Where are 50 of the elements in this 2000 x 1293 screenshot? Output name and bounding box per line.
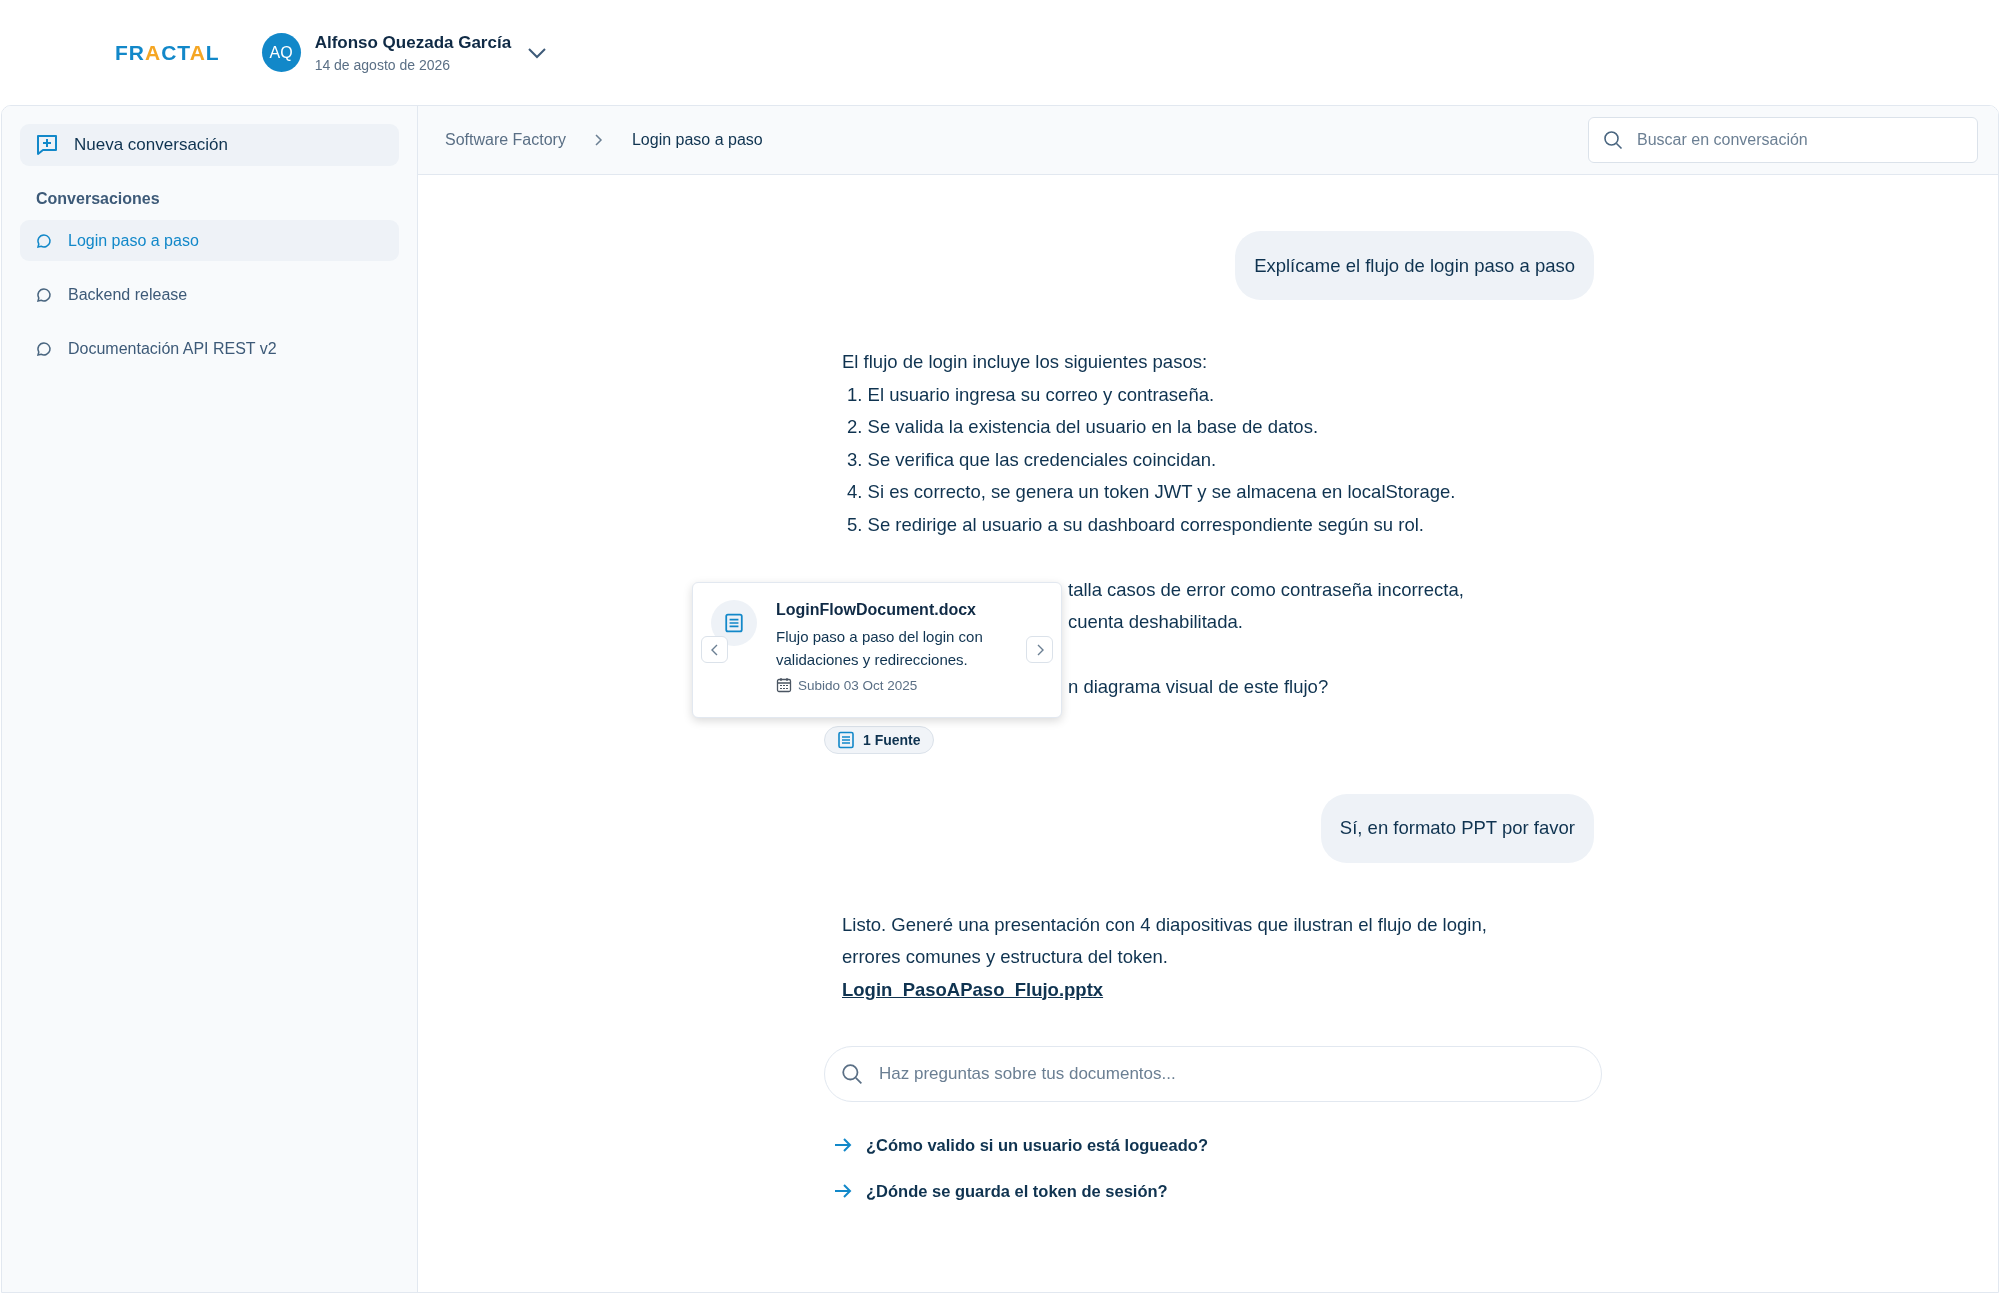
- assistant-text: talla casos de error como contraseña incorrecta,: [1068, 577, 1464, 602]
- conversation-item[interactable]: Backend release: [20, 274, 399, 315]
- file-link[interactable]: Login_PasoAPaso_Flujo.pptx: [842, 973, 1104, 1006]
- document-description: Flujo paso a paso del login con validaciones y redirecciones.: [776, 627, 984, 670]
- next-button[interactable]: [1026, 636, 1053, 663]
- document-icon: [837, 730, 855, 749]
- arrow-right-icon: [834, 1184, 852, 1198]
- avatar[interactable]: AQ: [261, 33, 301, 72]
- chevron-right-icon: [1035, 643, 1044, 656]
- suggested-question[interactable]: ¿Dónde se guarda el token de sesión?: [834, 1168, 1594, 1214]
- chevron-right-icon: [593, 133, 604, 147]
- chat-bubble-icon: [36, 286, 52, 303]
- chat-bubble-icon: [36, 232, 52, 249]
- conversation-item[interactable]: Documentación API REST v2: [20, 328, 399, 369]
- assistant-text: 5. Se redirige al usuario a su dashboard correspondiente según su rol.: [846, 512, 1424, 537]
- calendar-icon: [776, 677, 792, 693]
- search-icon: [1603, 130, 1623, 150]
- assistant-text: 2. Se valida la existencia del usuario en la base de datos.: [846, 415, 1319, 439]
- assistant-text: 1. El usuario ingresa su correo y contraseña.: [846, 382, 1215, 407]
- chat-bubble-icon: [36, 340, 52, 357]
- date-text: 14 de agosto de 2026: [314, 56, 452, 73]
- assistant-text: Listo. Generé una presentación con 4 diapositivas que ilustran el flujo de login, errores comunes y estructura del token.: [842, 912, 1488, 969]
- breadcrumb-item[interactable]: Login paso a paso: [631, 131, 763, 149]
- section-title: Conversaciones: [35, 189, 161, 209]
- chevron-left-icon: [710, 643, 719, 656]
- assistant-text: cuenta deshabilitada.: [1068, 610, 1244, 634]
- suggested-question[interactable]: ¿Cómo valido si un usuario está logueado?: [834, 1122, 1594, 1168]
- chat-plus-icon: [36, 134, 58, 156]
- document-title: LoginFlowDocument.docx: [776, 601, 977, 619]
- search-input[interactable]: Buscar en conversación: [1635, 130, 1963, 150]
- assistant-text: El flujo de login incluye los siguientes pasos:: [842, 350, 1208, 374]
- user-message: Sí, en formato PPT por favor: [1320, 793, 1594, 863]
- sources-chip[interactable]: 1 Fuente: [824, 725, 934, 754]
- assistant-text: 4. Si es correcto, se genera un token JWT y se almacena en localStorage.: [846, 480, 1456, 504]
- arrow-right-icon: [834, 1138, 852, 1152]
- chevron-down-icon[interactable]: [527, 46, 548, 59]
- search-field[interactable]: Buscar en conversación: [1588, 117, 1978, 163]
- user-name: Alfonso Quezada García: [314, 32, 512, 53]
- search-icon: [841, 1063, 863, 1085]
- conversation-item[interactable]: Login paso a paso: [20, 220, 399, 261]
- assistant-text: 3. Se verifica que las credenciales coincidan.: [846, 447, 1217, 472]
- question-input-text[interactable]: Haz preguntas sobre tus documentos...: [877, 1063, 1585, 1085]
- previous-button[interactable]: [701, 636, 728, 663]
- breadcrumb-item[interactable]: Software Factory: [445, 131, 566, 149]
- user-message: Explícame el flujo de login paso a paso: [1235, 231, 1594, 300]
- assistant-text: n diagrama visual de este flujo?: [1068, 675, 1329, 699]
- upload-date: Subido 03 Oct 2025: [798, 677, 918, 693]
- new-conversation-button[interactable]: Nueva conversación: [20, 124, 399, 166]
- document-icon: [711, 600, 757, 646]
- logo: FRACTAL: [115, 40, 220, 65]
